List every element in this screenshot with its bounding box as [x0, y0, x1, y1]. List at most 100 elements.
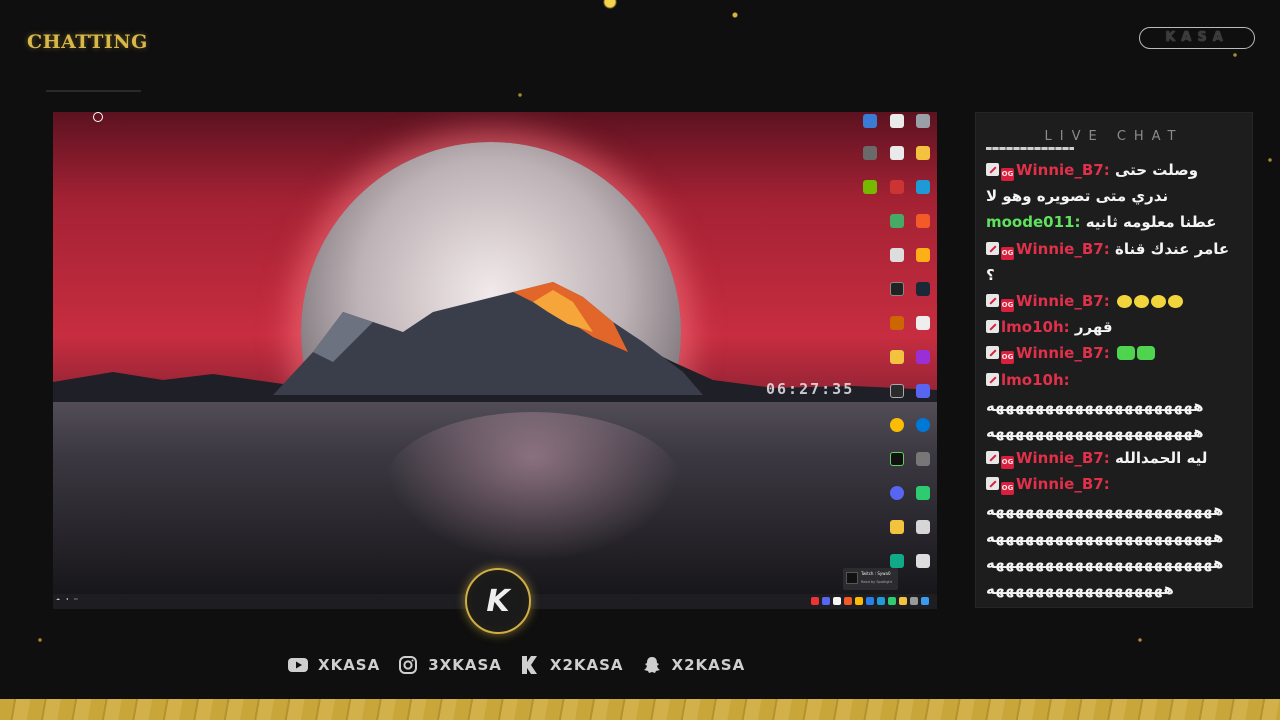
chat-message-text: هههههههههههههههههههههههه	[986, 527, 1224, 546]
social-instagram[interactable]: 3XKASA	[398, 655, 502, 675]
taskbar-app-icon[interactable]	[833, 597, 841, 605]
moderator-badge-icon	[986, 372, 999, 386]
desktop-icon[interactable]	[910, 418, 936, 450]
taskbar-app-icon[interactable]	[899, 597, 907, 605]
desktop-icon[interactable]	[884, 452, 910, 484]
youtube-icon	[288, 655, 308, 675]
chat-username[interactable]: Winnie_B7:	[1016, 449, 1110, 467]
folder-icon[interactable]	[884, 520, 910, 552]
desktop-icon[interactable]	[910, 554, 936, 586]
chat-username[interactable]: Winnie_B7:	[1016, 292, 1110, 310]
volume-icon[interactable]: ◂	[66, 596, 68, 601]
social-label: 3XKASA	[428, 656, 502, 674]
moderator-badge-icon	[986, 451, 999, 465]
taskbar-app-icon[interactable]	[877, 597, 885, 605]
taskbar-app-icon[interactable]	[888, 597, 896, 605]
emote-icon	[1116, 294, 1132, 308]
notification-title: Twitch : Sywa0	[861, 571, 891, 576]
nvidia-icon[interactable]	[857, 180, 883, 212]
desktop-icon[interactable]	[884, 282, 910, 314]
taskbar-tray: ☁ ◂ ▭	[56, 596, 78, 601]
taskbar-app-icon[interactable]	[822, 597, 830, 605]
taskbar-app-icon[interactable]	[855, 597, 863, 605]
chat-line: lmo10h:	[986, 367, 1248, 393]
chat-username[interactable]: Winnie_B7:	[1016, 344, 1110, 362]
chat-line: هههههههههههههههههههههههه	[986, 550, 1248, 576]
chat-message-text: هههههههههههههههههههههه	[986, 422, 1205, 441]
chat-username[interactable]: Winnie_B7:	[1016, 161, 1110, 179]
desktop-icon[interactable]	[910, 486, 936, 518]
taskbar-app-icon[interactable]	[844, 597, 852, 605]
desktop-icon[interactable]	[910, 520, 936, 552]
desktop-icon[interactable]	[884, 248, 910, 280]
taskbar-app-icon[interactable]	[866, 597, 874, 605]
chat-username[interactable]: moode011:	[986, 213, 1080, 231]
kasa-logo-pill: KASA	[1139, 27, 1255, 49]
brand-title: CHATTING	[27, 31, 148, 53]
desktop-icon[interactable]	[884, 180, 910, 212]
screen-clock: 06:27:35	[766, 380, 855, 398]
chat-message-text: عامر عندك قناة	[1114, 239, 1230, 258]
chat-username[interactable]: lmo10h:	[1001, 318, 1070, 336]
desktop-icon[interactable]	[857, 146, 883, 178]
edge-icon[interactable]	[910, 180, 936, 212]
social-kick[interactable]: X2KASA	[520, 655, 624, 675]
chat-message-text: قهرر	[1074, 318, 1113, 337]
live-chat-panel: LIVE CHAT OG Winnie_B7: وصلت حتى ندري متى …	[975, 112, 1253, 608]
social-label: X2KASA	[671, 656, 746, 674]
social-links: XKASA 3XKASA X2KASA X2KASA	[288, 655, 745, 675]
search-icon[interactable]	[910, 597, 918, 605]
desktop-icon[interactable]	[910, 350, 936, 382]
network-icon[interactable]: ▭	[74, 596, 78, 601]
chat-message-text: هههههههههههههههههههههه	[986, 396, 1205, 415]
social-youtube[interactable]: XKASA	[288, 655, 380, 675]
chrome-icon[interactable]	[884, 418, 910, 450]
social-snapchat[interactable]: X2KASA	[642, 655, 746, 675]
rockstar-icon[interactable]	[910, 248, 936, 280]
moderator-badge-icon	[986, 320, 999, 334]
desktop-icon[interactable]	[884, 316, 910, 348]
brand-divider	[46, 90, 141, 92]
emote-icon	[1116, 346, 1135, 361]
social-label: X2KASA	[549, 656, 624, 674]
desktop-icon[interactable]	[884, 114, 910, 146]
recycle-bin-icon[interactable]	[83, 112, 113, 142]
desktop-icon[interactable]	[910, 384, 936, 416]
weather-icon[interactable]: ☁	[56, 596, 60, 601]
chat-line: OG Winnie_B7: وصلت حتى	[986, 157, 1248, 183]
chat-username[interactable]: Winnie_B7:	[1016, 240, 1110, 258]
chat-username[interactable]: lmo10h:	[1001, 371, 1070, 389]
desktop-icon[interactable]	[910, 452, 936, 484]
wallpaper-reflection	[383, 412, 683, 562]
chat-message-text: هههههههههههههههههههههههه	[986, 553, 1224, 572]
folder-icon[interactable]	[884, 350, 910, 382]
chat-line: هههههههههههههههههههههه	[986, 393, 1248, 419]
chat-username[interactable]: Winnie_B7:	[1016, 475, 1110, 493]
taskbar-app-icon[interactable]	[811, 597, 819, 605]
folder-icon[interactable]	[910, 146, 936, 178]
chat-title: LIVE CHAT	[1044, 129, 1184, 144]
steam-icon[interactable]	[910, 282, 936, 314]
discord-icon[interactable]	[884, 486, 910, 518]
og-badge-icon: OG	[1001, 246, 1014, 260]
moderator-badge-icon	[986, 346, 999, 360]
chat-message-text: ليه الحمدالله	[1114, 449, 1208, 468]
chat-line: OG Winnie_B7:	[986, 340, 1248, 366]
social-label: XKASA	[318, 656, 381, 674]
desktop-icon[interactable]	[857, 114, 883, 146]
brave-icon[interactable]	[910, 214, 936, 246]
desktop-icon[interactable]	[884, 214, 910, 246]
epic-icon[interactable]	[884, 384, 910, 416]
notification-toast[interactable]: Twitch : Sywa0 Read by Spotlight	[843, 568, 898, 590]
desktop-icon[interactable]	[910, 316, 936, 348]
chat-line: ندري متى تصويره وهو لا	[986, 183, 1248, 209]
notification-subtitle: Read by Spotlight	[861, 580, 893, 584]
chat-line: moode011: عطنا معلومه ثانيه	[986, 209, 1248, 235]
desktop-icon[interactable]	[884, 146, 910, 178]
chat-title-underline	[986, 147, 1074, 150]
desktop-icon[interactable]	[910, 114, 936, 146]
windows-start-icon[interactable]	[921, 597, 929, 605]
emote-icon	[1150, 294, 1166, 308]
chat-line: ؟	[986, 262, 1248, 288]
desktop-icon-grid	[857, 112, 937, 572]
